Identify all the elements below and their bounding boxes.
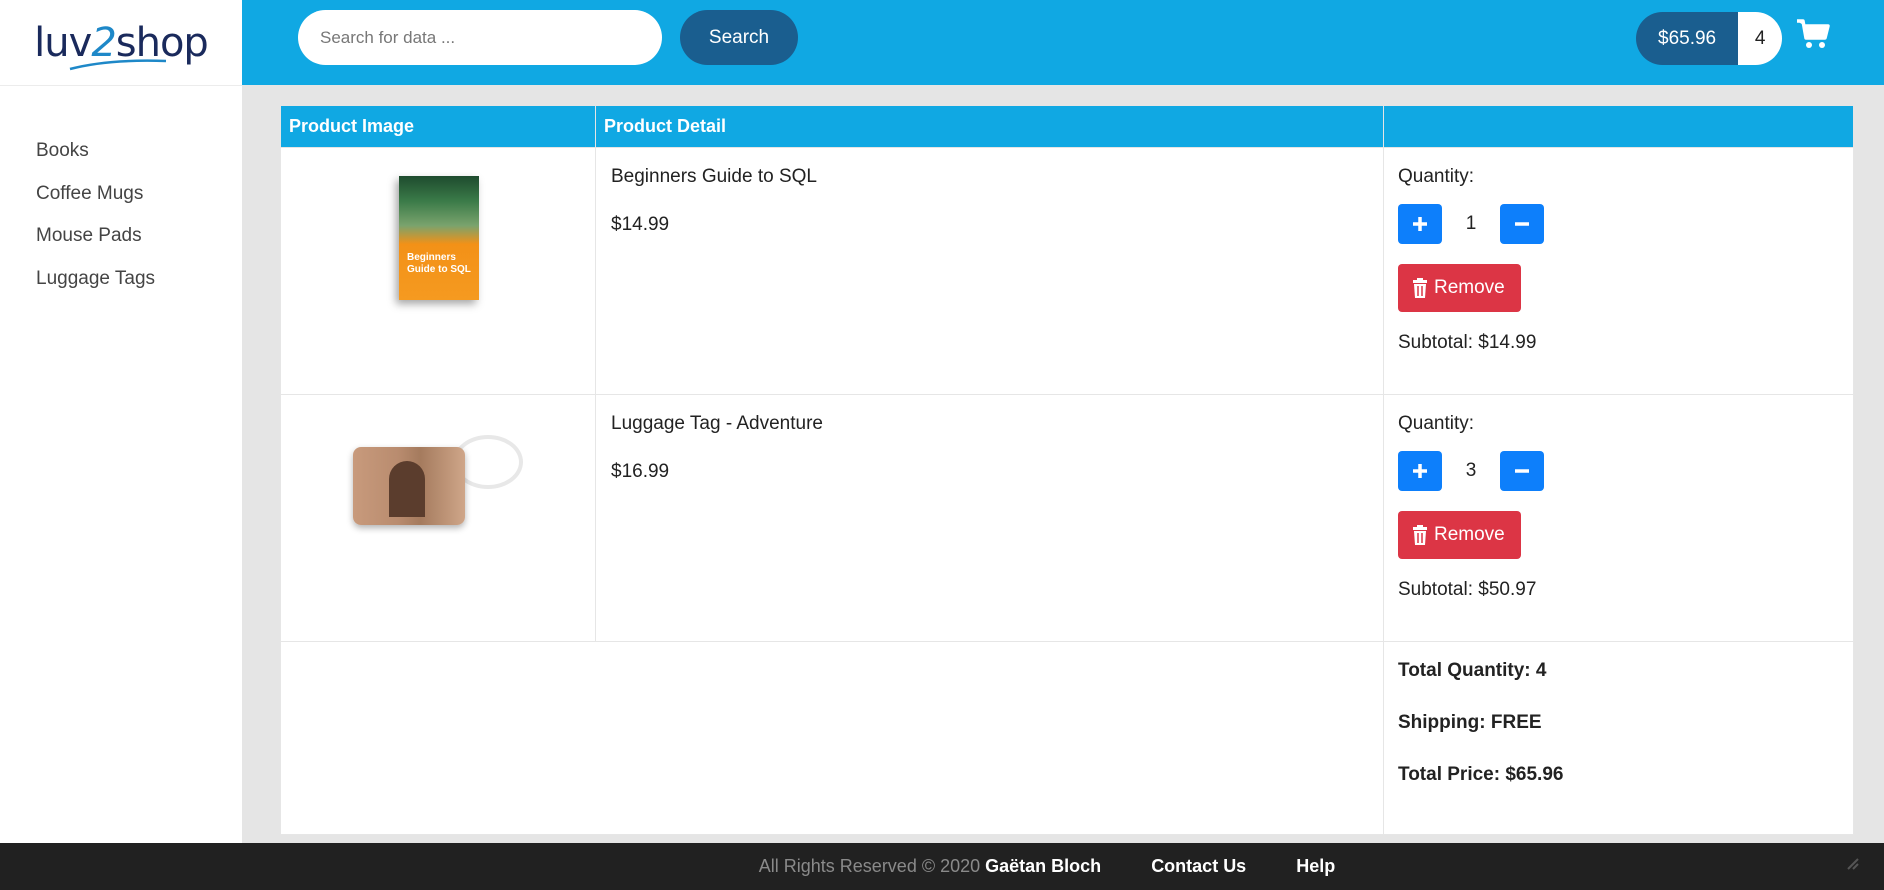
quantity-label: Quantity: xyxy=(1398,413,1475,434)
total-quantity: Total Quantity: 4 xyxy=(1398,660,1547,681)
decrement-quantity-button[interactable] xyxy=(1500,451,1544,491)
shopping-cart-icon[interactable] xyxy=(1796,18,1830,50)
remove-item-button[interactable]: Remove xyxy=(1398,264,1521,312)
help-link[interactable]: Help xyxy=(1296,856,1335,877)
quantity-value: 1 xyxy=(1465,213,1477,234)
shipping-info: Shipping: FREE xyxy=(1398,712,1542,733)
product-name: Beginners Guide to SQL xyxy=(611,166,817,187)
quantity-value: 3 xyxy=(1465,460,1477,481)
category-menu: Books Coffee Mugs Mouse Pads Luggage Tag… xyxy=(36,138,155,308)
sidebar: luv2shop Books Coffee Mugs Mouse Pads Lu… xyxy=(0,0,242,843)
sidebar-item-mouse-pads[interactable]: Mouse Pads xyxy=(36,223,155,266)
search-input[interactable] xyxy=(298,10,662,65)
quantity-stepper: 3 xyxy=(1398,451,1839,491)
contact-us-link[interactable]: Contact Us xyxy=(1151,856,1246,877)
footer: All Rights Reserved © 2020 Gaëtan Bloch … xyxy=(0,843,1884,890)
author-name: Gaëtan Bloch xyxy=(985,856,1102,876)
decrement-quantity-button[interactable] xyxy=(1500,204,1544,244)
minus-icon xyxy=(1515,469,1529,473)
product-image-book: Beginners Guide to SQL xyxy=(399,176,479,300)
total-price: Total Price: $65.96 xyxy=(1398,764,1564,785)
cart-total-price: $65.96 xyxy=(1636,12,1739,65)
book-cover-title: Beginners Guide to SQL xyxy=(407,252,471,275)
cart-summary-row: Total Quantity: 4 Shipping: FREE Total P… xyxy=(280,641,1854,835)
product-image-luggage-tag xyxy=(353,447,465,525)
item-subtotal: Subtotal: $50.97 xyxy=(1398,579,1537,600)
table-row: Luggage Tag - Adventure $16.99 Quantity:… xyxy=(280,394,1854,642)
sidebar-item-coffee-mugs[interactable]: Coffee Mugs xyxy=(36,181,155,224)
cart-summary-cell: Total Quantity: 4 Shipping: FREE Total P… xyxy=(1383,641,1854,835)
sidebar-item-books[interactable]: Books xyxy=(36,138,155,181)
product-image-cell xyxy=(280,394,596,642)
header-product-image: Product Image xyxy=(280,105,596,148)
table-header-row: Product Image Product Detail xyxy=(280,105,1854,148)
increment-quantity-button[interactable] xyxy=(1398,204,1442,244)
product-detail-cell: Beginners Guide to SQL $14.99 xyxy=(595,147,1384,395)
luv2shop-logo[interactable]: luv2shop xyxy=(34,23,209,70)
remove-label: Remove xyxy=(1434,277,1505,298)
item-subtotal: Subtotal: $14.99 xyxy=(1398,332,1537,353)
header-product-detail: Product Detail xyxy=(595,105,1384,148)
trash-icon xyxy=(1413,525,1427,545)
trash-icon xyxy=(1413,278,1427,298)
logo-swoosh-icon xyxy=(69,58,167,70)
resize-grip-icon[interactable] xyxy=(1844,855,1860,871)
product-action-cell: Quantity: 3 Remove Subtotal: $50.97 xyxy=(1383,394,1854,642)
increment-quantity-button[interactable] xyxy=(1398,451,1442,491)
product-detail-cell: Luggage Tag - Adventure $16.99 xyxy=(595,394,1384,642)
sidebar-item-luggage-tags[interactable]: Luggage Tags xyxy=(36,266,155,309)
product-action-cell: Quantity: 1 Remove Subtotal: $14.99 xyxy=(1383,147,1854,395)
quantity-stepper: 1 xyxy=(1398,204,1839,244)
quantity-label: Quantity: xyxy=(1398,166,1475,187)
table-row: Beginners Guide to SQL Beginners Guide t… xyxy=(280,147,1854,395)
top-header: Search $65.96 4 xyxy=(242,0,1884,85)
product-price: $16.99 xyxy=(611,461,670,482)
header-actions xyxy=(1383,105,1854,148)
plus-icon xyxy=(1413,464,1427,478)
product-price: $14.99 xyxy=(611,214,670,235)
remove-label: Remove xyxy=(1434,524,1505,545)
luggage-tag-door-image xyxy=(389,461,425,517)
product-image-cell: Beginners Guide to SQL xyxy=(280,147,596,395)
copyright-text: All Rights Reserved © 2020 xyxy=(758,856,981,876)
remove-item-button[interactable]: Remove xyxy=(1398,511,1521,559)
plus-icon xyxy=(1413,217,1427,231)
summary-spacer-cell xyxy=(280,641,1384,835)
cart-status[interactable]: $65.96 4 xyxy=(1636,12,1783,65)
minus-icon xyxy=(1515,222,1529,226)
product-name: Luggage Tag - Adventure xyxy=(611,413,823,434)
logo-container[interactable]: luv2shop xyxy=(0,0,242,86)
cart-item-count: 4 xyxy=(1738,12,1783,65)
search-button[interactable]: Search xyxy=(680,10,798,65)
cart-details-table: Product Image Product Detail Beginners G… xyxy=(280,105,1854,835)
